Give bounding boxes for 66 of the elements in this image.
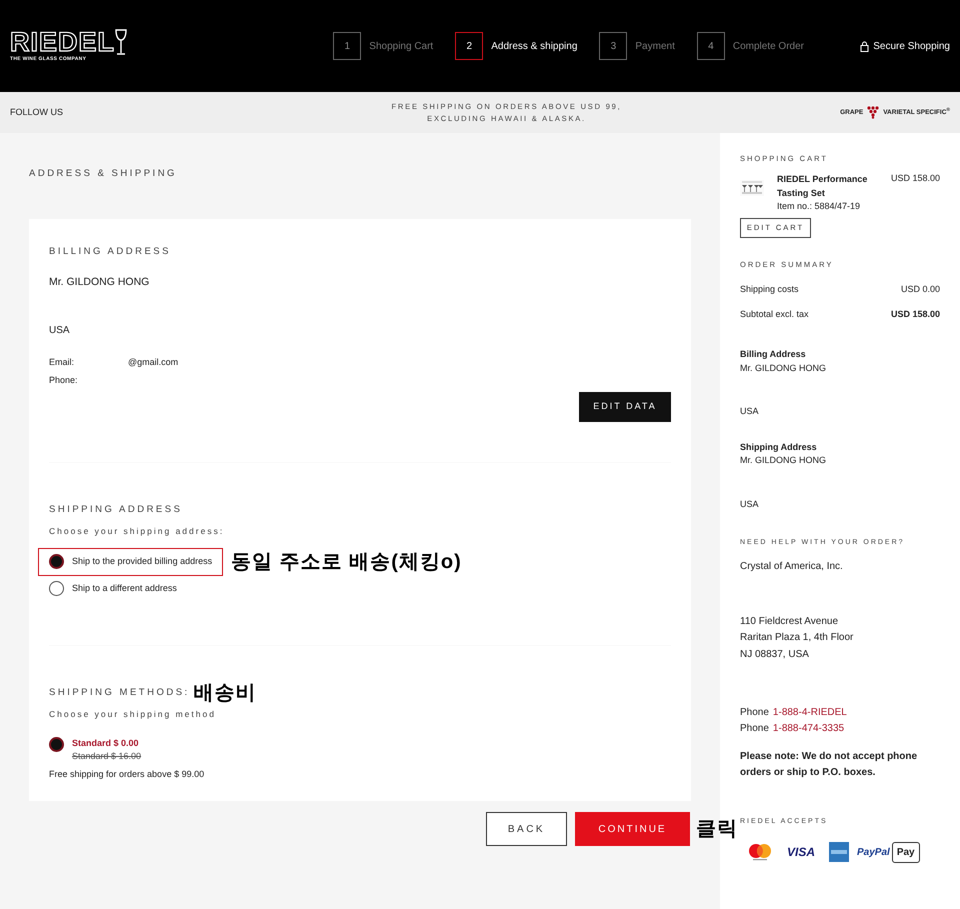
product-name[interactable]: RIEDEL Performance Tasting Set xyxy=(777,172,889,200)
shipping-method-label[interactable]: Standard $ 0.00 xyxy=(72,736,142,750)
summary-value: USD 158.00 xyxy=(890,308,940,320)
mastercard-icon xyxy=(747,843,773,861)
paypal-logo: PayPal xyxy=(857,846,890,860)
step-link[interactable]: Payment xyxy=(635,38,675,54)
phone-link[interactable]: 1-888-4-RIEDEL xyxy=(772,707,847,718)
address-heading: Billing Address xyxy=(740,348,807,361)
secure-shopping-label: Secure Shopping xyxy=(873,40,950,54)
phone-label: Phone xyxy=(740,707,769,718)
annotation-note: 배송비 xyxy=(194,681,257,706)
radio-button[interactable] xyxy=(49,581,64,596)
shipping-method-prompt: Choose your shipping method xyxy=(49,708,217,721)
option-label[interactable]: Ship to a different address xyxy=(72,582,177,596)
address-heading: Shipping Address xyxy=(740,440,818,454)
free-shipping-note: Free shipping for orders above $ 99.00 xyxy=(49,768,206,781)
shipping-address-prompt: Choose your shipping address: xyxy=(49,525,226,538)
back-button[interactable]: BACK xyxy=(486,812,567,846)
address-country: USA xyxy=(740,498,760,510)
edit-data-button[interactable]: EDIT DATA xyxy=(579,392,671,422)
address-name: Mr. GILDONG HONG xyxy=(740,454,828,467)
address-line: NJ 08837, USA xyxy=(740,648,810,662)
wine-glass-icon xyxy=(115,28,128,56)
billing-name: Mr. GILDONG HONG xyxy=(49,275,150,290)
visa-logo: VISA xyxy=(787,844,816,861)
step-number: 3 xyxy=(599,32,628,60)
section-heading: BILLING ADDRESS xyxy=(49,245,172,259)
product-price: USD 158.00 xyxy=(890,172,940,186)
old-price: Standard $ 16.00 xyxy=(72,750,142,764)
address-name: Mr. GILDONG HONG xyxy=(740,362,828,374)
summary-label: Subtotal excl. tax xyxy=(740,308,809,320)
logo-text[interactable]: RIEDEL xyxy=(10,28,116,56)
billing-country: USA xyxy=(49,324,71,338)
step-number: 4 xyxy=(696,32,725,60)
section-heading: SHIPPING METHODS: xyxy=(49,686,190,700)
annotation-note: 클릭 xyxy=(696,817,738,842)
continue-button[interactable]: CONTINUE xyxy=(575,812,690,846)
item-number: Item no.: 5884/47-19 xyxy=(777,200,862,214)
option-label[interactable]: Ship to the provided billing address xyxy=(72,554,212,568)
address-line: 110 Fieldcrest Avenue xyxy=(740,614,840,628)
summary-value: USD 0.00 xyxy=(900,283,940,296)
company-name: Crystal of America, Inc. xyxy=(740,560,844,574)
phone-label: Phone: xyxy=(49,374,79,386)
radio-button[interactable] xyxy=(49,554,64,569)
lock-icon xyxy=(860,40,870,52)
email-label: Email: xyxy=(49,356,76,369)
summary-label: Shipping costs xyxy=(740,283,799,296)
step-link[interactable]: Address & shipping xyxy=(491,38,578,54)
phone-link[interactable]: 1-888-474-3335 xyxy=(772,723,844,734)
step-number: 2 xyxy=(455,32,484,60)
address-line: Raritan Plaza 1, 4th Floor xyxy=(740,631,854,645)
grape-icon xyxy=(867,106,880,119)
email-value: @gmail.com xyxy=(128,356,178,369)
step-link[interactable]: Shopping Cart xyxy=(369,38,434,54)
follow-us-link[interactable]: FOLLOW US xyxy=(10,106,64,120)
section-heading: SHIPPING ADDRESS xyxy=(49,503,184,517)
annotation-note: 동일 주소로 배송(체킹o) xyxy=(231,550,462,575)
amex-icon xyxy=(829,842,850,862)
radio-button[interactable] xyxy=(49,736,64,752)
step-link[interactable]: Complete Order xyxy=(732,38,804,54)
address-country: USA xyxy=(740,405,760,418)
order-note: Please note: We do not accept phone orders or ship to P.O. boxes. xyxy=(740,750,918,780)
apple-pay-logo: Pay xyxy=(892,842,920,862)
page-title: ADDRESS & SHIPPING xyxy=(29,167,178,181)
step-number: 1 xyxy=(333,32,362,60)
phone-label: Phone xyxy=(740,723,769,734)
